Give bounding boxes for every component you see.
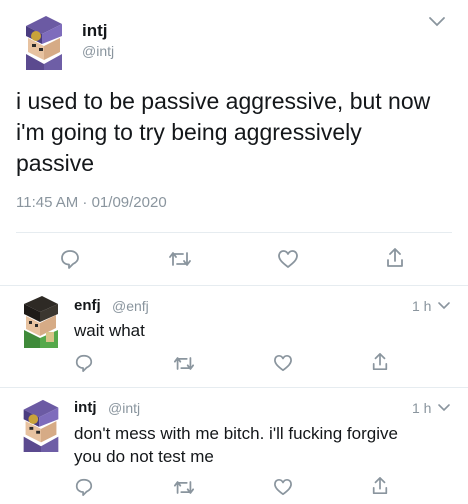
retweet-icon[interactable] — [168, 249, 192, 269]
reply-text: don't mess with me bitch. i'll fucking f… — [74, 422, 464, 468]
display-name[interactable]: intj — [74, 399, 97, 416]
reply-text-line: you do not test me — [74, 447, 214, 466]
handle[interactable]: @intj — [82, 43, 114, 59]
share-icon[interactable] — [371, 351, 389, 373]
reply-icon[interactable] — [59, 248, 81, 270]
tweet-text-line: i used to be passive aggressive, but now — [16, 88, 431, 114]
chevron-down-icon[interactable] — [437, 403, 451, 413]
handle[interactable]: @enfj — [112, 298, 149, 314]
display-name[interactable]: intj — [82, 21, 108, 41]
reply-text-line: don't mess with me bitch. i'll fucking f… — [74, 424, 398, 443]
reply-icon[interactable] — [74, 353, 94, 373]
tweet-text: i used to be passive aggressive, but now… — [16, 86, 460, 179]
avatar[interactable] — [16, 296, 66, 348]
share-icon[interactable] — [371, 475, 389, 497]
avatar[interactable] — [14, 398, 68, 452]
tweet-text-line: i'm going to try being aggressively — [16, 119, 362, 145]
share-icon[interactable] — [385, 246, 405, 270]
display-name[interactable]: enfj — [74, 297, 101, 314]
handle[interactable]: @intj — [108, 400, 140, 416]
retweet-icon[interactable] — [173, 478, 195, 497]
reply-icon[interactable] — [74, 477, 94, 497]
chevron-down-icon[interactable] — [428, 16, 446, 28]
like-icon[interactable] — [277, 249, 299, 269]
avatar[interactable] — [16, 14, 72, 70]
reply-tweet[interactable]: enfj @enfj 1 h wait what — [0, 286, 468, 387]
timestamp[interactable]: 11:45 AM · 01/09/2020 — [16, 194, 167, 211]
divider — [16, 232, 452, 233]
retweet-icon[interactable] — [173, 354, 195, 373]
reply-time[interactable]: 1 h — [412, 298, 431, 314]
main-tweet: intj @intj i used to be passive aggressi… — [0, 0, 468, 285]
like-icon[interactable] — [273, 354, 293, 372]
reply-text: wait what — [74, 321, 145, 340]
reply-tweet[interactable]: intj @intj 1 h don't mess with me bitch.… — [0, 388, 468, 504]
tweet-text-line: passive — [16, 150, 94, 176]
like-icon[interactable] — [273, 478, 293, 496]
chevron-down-icon[interactable] — [437, 301, 451, 311]
reply-time[interactable]: 1 h — [412, 400, 431, 416]
